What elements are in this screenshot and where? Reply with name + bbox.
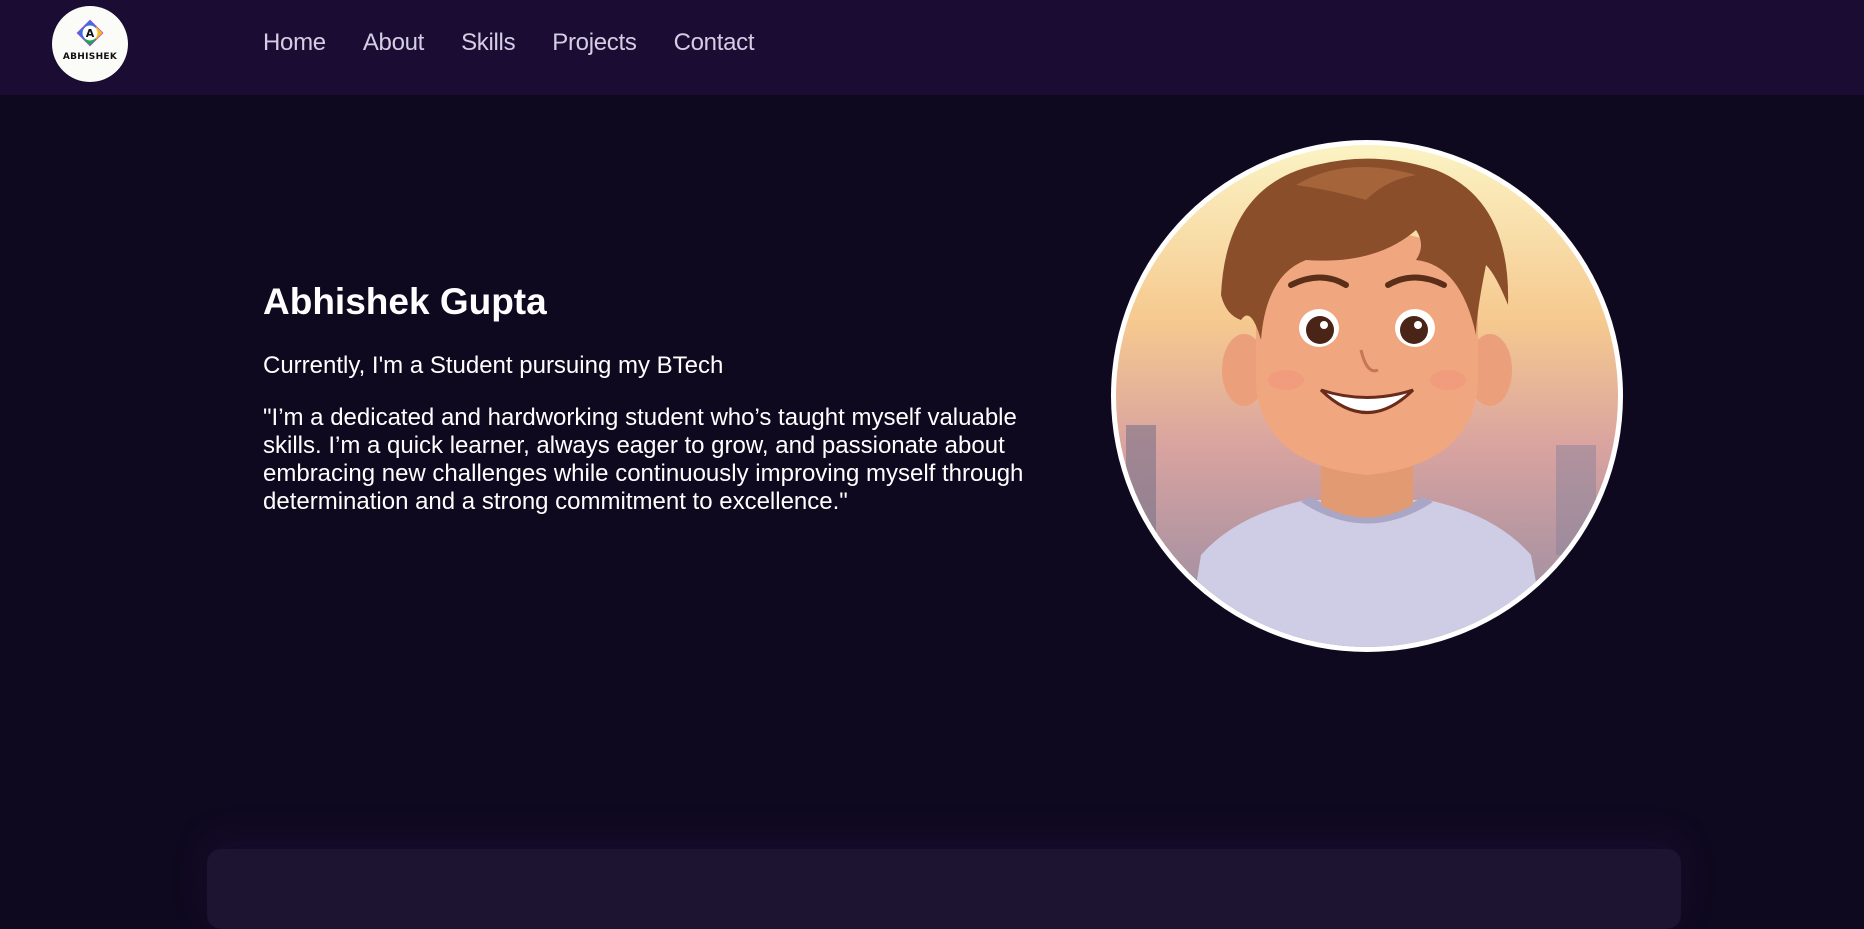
navbar: A ABHISHEK Home About Skills Projects Co…: [0, 0, 1864, 95]
avatar: [1111, 140, 1623, 652]
nav-menu: Home About Skills Projects Contact: [263, 29, 791, 57]
logo-letter: A: [86, 27, 95, 40]
nav-about[interactable]: About: [363, 29, 425, 57]
hero-quote: "I’m a dedicated and hardworking student…: [263, 404, 1024, 515]
nav-projects[interactable]: Projects: [552, 29, 637, 57]
nav-home[interactable]: Home: [263, 29, 326, 57]
hero-name: Abhishek Gupta: [263, 281, 547, 322]
cartoon-boy-avatar: [1116, 145, 1618, 647]
nav-contact[interactable]: Contact: [674, 29, 755, 57]
logo[interactable]: A ABHISHEK: [52, 6, 128, 82]
hero-subtitle: Currently, I'm a Student pursuing my BTe…: [263, 352, 724, 379]
content-card: [207, 849, 1681, 929]
nav-skills[interactable]: Skills: [461, 29, 516, 57]
abhishek-logo-icon: A: [76, 19, 104, 47]
logo-text: ABHISHEK: [62, 52, 118, 62]
